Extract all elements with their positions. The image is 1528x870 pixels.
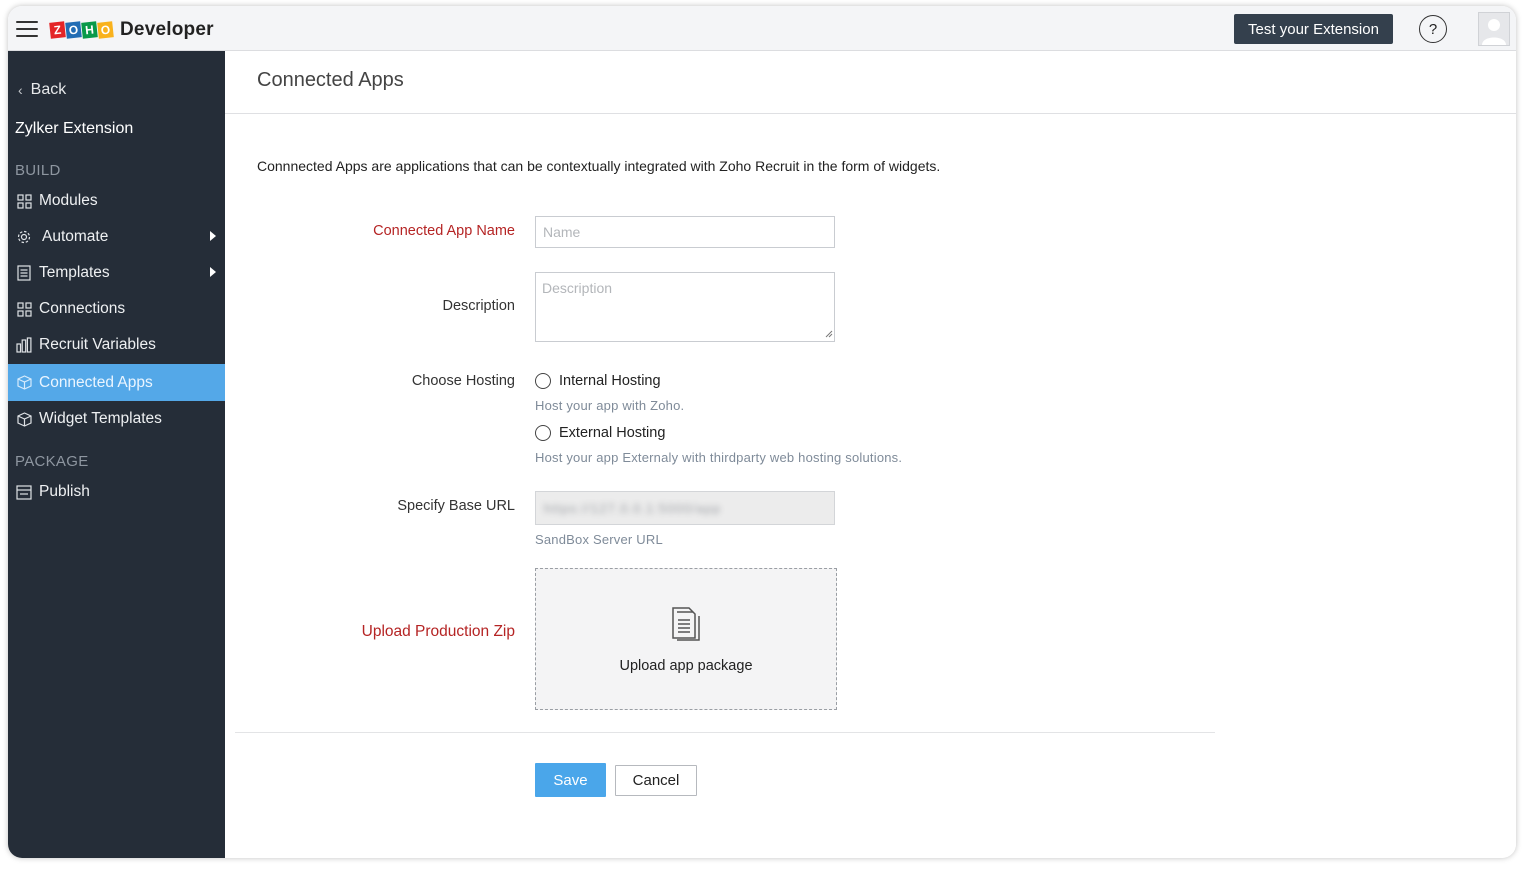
sidebar-item-widget-templates[interactable]: Widget Templates — [8, 401, 225, 437]
logo-text: Developer — [120, 19, 214, 40]
divider — [225, 113, 1516, 114]
resize-grip-icon[interactable] — [825, 330, 833, 338]
top-bar: Z O H O Developer Test your Extension ? — [8, 6, 1516, 51]
upload-text: Upload app package — [619, 658, 753, 674]
sidebar: ‹ Back Zylker Extension BUILD Modules Au… — [8, 51, 225, 858]
sidebar-item-label: Widget Templates — [39, 410, 162, 427]
gear-icon — [16, 229, 32, 245]
base-url-label: Specify Base URL — [397, 498, 515, 514]
page-title: Connected Apps — [257, 69, 404, 91]
back-label: Back — [30, 81, 67, 98]
zoho-logo[interactable]: Z O H O Developer — [49, 19, 214, 41]
sidebar-item-label: Templates — [39, 264, 110, 281]
description-textarea[interactable] — [535, 272, 835, 342]
section-package: PACKAGE — [15, 453, 89, 470]
page-description: Connnected Apps are applications that ca… — [257, 158, 941, 174]
sidebar-item-label: Connections — [39, 300, 126, 317]
sidebar-item-label: Modules — [39, 192, 98, 209]
sidebar-item-label: Publish — [39, 483, 90, 500]
external-hosting-radio[interactable] — [535, 425, 551, 441]
app-name-label: Connected App Name — [373, 223, 515, 239]
sidebar-item-label: Connected Apps — [39, 373, 153, 391]
help-icon[interactable]: ? — [1419, 15, 1447, 43]
description-label: Description — [442, 298, 515, 314]
caret-right-icon — [210, 267, 216, 277]
connections-icon — [16, 301, 32, 317]
internal-hosting-radio[interactable] — [535, 373, 551, 389]
section-build: BUILD — [15, 162, 61, 179]
internal-hosting-hint: Host your app with Zoho. — [535, 398, 685, 413]
base-url-hint: SandBox Server URL — [535, 532, 663, 547]
external-hosting-label: External Hosting — [559, 425, 666, 441]
sidebar-item-label: Automate — [42, 228, 109, 245]
logo-letter: H — [81, 21, 98, 39]
upload-dropzone[interactable]: Upload app package — [535, 568, 837, 710]
base-url-field[interactable]: https://127.0.0.1:5000/app — [535, 491, 835, 525]
internal-hosting-option[interactable]: Internal Hosting — [535, 373, 661, 389]
app-window: Z O H O Developer Test your Extension ? … — [8, 6, 1516, 858]
test-extension-button[interactable]: Test your Extension — [1234, 14, 1393, 44]
divider — [235, 732, 1215, 733]
save-button[interactable]: Save — [535, 763, 606, 797]
hosting-label: Choose Hosting — [411, 373, 515, 389]
internal-hosting-label: Internal Hosting — [559, 373, 661, 389]
logo-letter: Z — [49, 21, 66, 39]
sidebar-item-templates[interactable]: Templates — [8, 255, 225, 291]
base-url-value: https://127.0.0.1:5000/app — [544, 500, 722, 516]
sidebar-item-label: Recruit Variables — [39, 336, 156, 353]
avatar[interactable] — [1478, 12, 1510, 46]
upload-label: Upload Production Zip — [361, 623, 515, 640]
chart-icon — [16, 337, 32, 353]
hamburger-menu-icon[interactable] — [16, 21, 38, 37]
external-hosting-option[interactable]: External Hosting — [535, 425, 665, 441]
box-icon — [16, 375, 32, 391]
sidebar-item-automate[interactable]: Automate — [8, 219, 225, 255]
back-link[interactable]: ‹ Back — [18, 81, 66, 99]
sidebar-item-modules[interactable]: Modules — [8, 183, 225, 219]
external-hosting-hint: Host your app Externaly with thirdparty … — [535, 450, 903, 465]
document-icon — [16, 265, 32, 281]
logo-letter: O — [97, 21, 114, 39]
publish-icon — [16, 484, 32, 500]
document-upload-icon — [672, 607, 700, 641]
cancel-button[interactable]: Cancel — [615, 765, 697, 796]
sidebar-item-publish[interactable]: Publish — [8, 474, 225, 510]
sidebar-item-recruit-variables[interactable]: Recruit Variables — [8, 327, 225, 363]
main-content: Connected Apps Connnected Apps are appli… — [225, 51, 1516, 858]
box-icon — [16, 411, 32, 427]
app-name-input[interactable] — [535, 216, 835, 248]
caret-right-icon — [210, 231, 216, 241]
chevron-left-icon: ‹ — [18, 82, 23, 98]
extension-name: Zylker Extension — [15, 120, 134, 137]
logo-letter: O — [65, 21, 82, 39]
modules-icon — [16, 193, 32, 209]
sidebar-item-connections[interactable]: Connections — [8, 291, 225, 327]
sidebar-item-connected-apps[interactable]: Connected Apps — [8, 364, 225, 401]
